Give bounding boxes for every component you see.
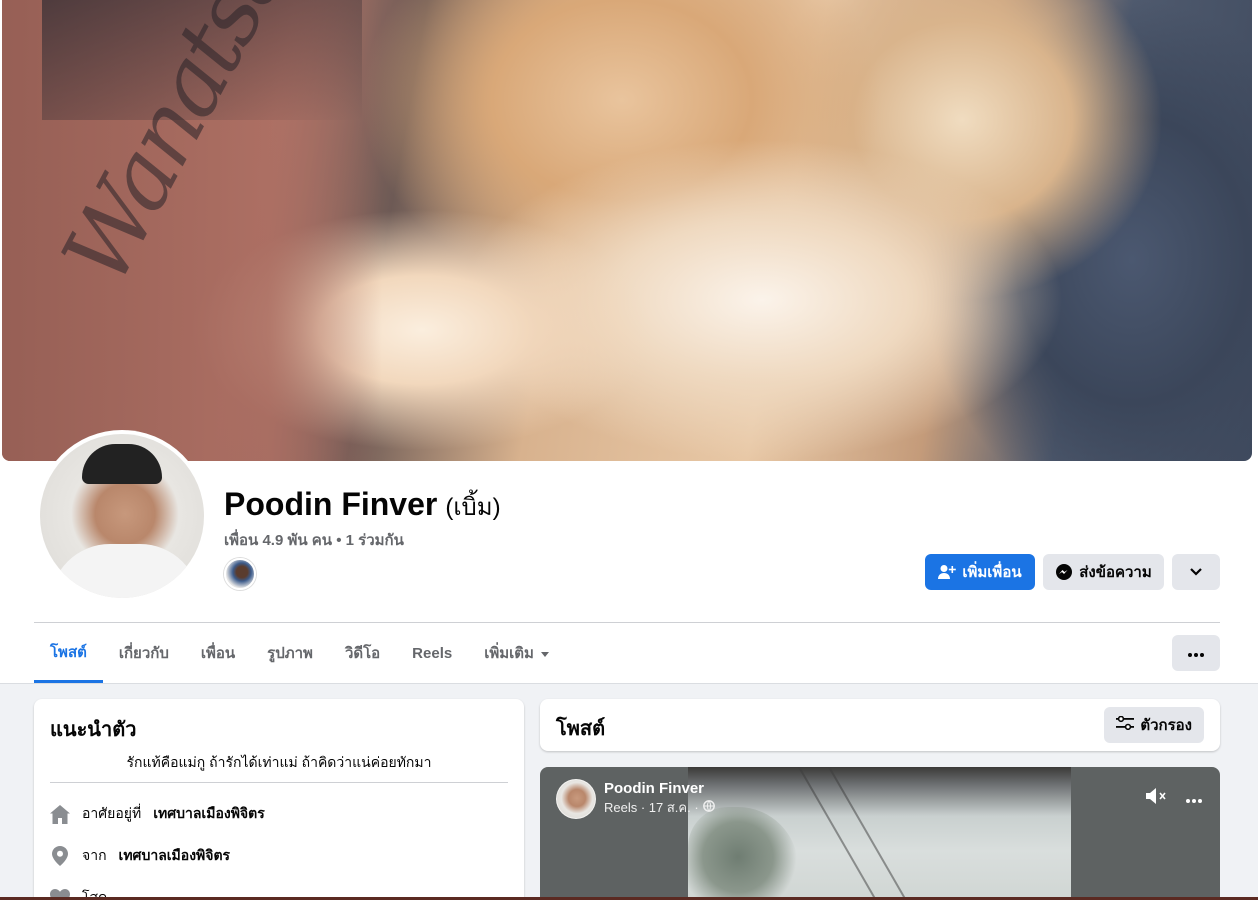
home-icon (50, 804, 70, 824)
tab-label: Reels (412, 644, 453, 662)
add-friend-button[interactable]: เพิ่มเพื่อน (925, 554, 1035, 590)
cover-photo[interactable]: Wanatsara (2, 0, 1252, 461)
tab-videos[interactable]: วิดีโอ (329, 623, 396, 683)
tab-reels[interactable]: Reels (396, 623, 468, 683)
avatar-shirt (50, 544, 200, 598)
tab-label: โพสต์ (50, 643, 87, 661)
filter-icon (1116, 715, 1135, 734)
tab-label: เพิ่มเติม (484, 645, 534, 662)
reel-meta: Reels · 17 ส.ค. · (604, 797, 715, 818)
ellipsis-icon (1188, 644, 1204, 662)
tab-label: วิดีโอ (344, 645, 381, 662)
tab-friends[interactable]: เพื่อน (185, 623, 251, 683)
location-pin-icon (50, 846, 70, 866)
filter-button[interactable]: ตัวกรอง (1104, 707, 1204, 743)
mutual-friend-avatar[interactable] (224, 558, 256, 590)
posts-title: โพสต์ (556, 718, 606, 740)
bio-divider (50, 782, 508, 783)
tab-label: เกี่ยวกับ (118, 645, 169, 662)
reel-video-thumbnail[interactable] (688, 767, 1071, 900)
messenger-icon (1055, 563, 1073, 581)
video-tree (688, 807, 798, 900)
video-wire (828, 767, 910, 900)
add-friend-icon (938, 564, 957, 580)
ellipsis-icon[interactable] (1186, 790, 1202, 808)
profile-nickname: (เบิ้ม) (445, 494, 501, 521)
tab-more[interactable]: เพิ่มเติม (468, 623, 566, 683)
friends-count[interactable]: เพื่อน 4.9 พัน คน • 1 ร่วมกัน (224, 528, 404, 552)
tab-label: รูปภาพ (267, 645, 313, 662)
tab-label: เพื่อน (200, 645, 236, 662)
caret-down-icon (540, 645, 550, 662)
lives-in-prefix: อาศัยอยู่ที่ (82, 805, 142, 821)
lives-in-place[interactable]: เทศบาลเมืองพิจิตร (153, 803, 265, 825)
filter-label: ตัวกรอง (1140, 717, 1192, 734)
profile-picture[interactable] (36, 430, 208, 602)
message-label: ส่งข้อความ (1079, 564, 1152, 581)
from-prefix: จาก (82, 847, 107, 863)
reel-author-info: Poodin Finver Reels · 17 ส.ค. · (604, 780, 715, 818)
message-button[interactable]: ส่งข้อความ (1043, 554, 1164, 590)
posts-header-card: โพสต์ ตัวกรอง (540, 699, 1220, 751)
chevron-down-icon (1189, 567, 1203, 577)
tab-posts[interactable]: โพสต์ (34, 623, 103, 683)
mute-icon[interactable] (1146, 787, 1168, 810)
reel-author-avatar[interactable] (556, 779, 596, 819)
bio-text: รักแท้คือแม่กู ถ้ารักได้เท่าแม่ ถ้าคิดว่… (126, 754, 432, 770)
profile-options-button[interactable] (1172, 554, 1220, 590)
reel-meta-text[interactable]: Reels · 17 ส.ค. · (604, 797, 699, 818)
add-friend-label: เพิ่มเพื่อน (962, 564, 1022, 581)
tab-about[interactable]: เกี่ยวกับ (103, 623, 185, 683)
globe-icon (702, 800, 715, 815)
lives-in-row: อาศัยอยู่ที่ เทศบาลเมืองพิจิตร (50, 803, 265, 825)
intro-title: แนะนำตัว (50, 719, 137, 741)
reel-post[interactable]: Poodin Finver Reels · 17 ส.ค. · (540, 767, 1220, 900)
profile-tabs: โพสต์ เกี่ยวกับ เพื่อน รูปภาพ วิดีโอ Ree… (34, 623, 566, 683)
profile-name-block: Poodin Finver (เบิ้ม) (224, 486, 501, 526)
from-place[interactable]: เทศบาลเมืองพิจิตร (119, 845, 231, 867)
reel-author-name[interactable]: Poodin Finver (604, 780, 715, 797)
profile-avatar-image (40, 434, 204, 598)
more-options-button[interactable] (1172, 635, 1220, 671)
from-row: จาก เทศบาลเมืองพิจิตร (50, 845, 230, 867)
avatar-hair (82, 444, 162, 484)
reel-controls (1146, 787, 1202, 810)
reel-header: Poodin Finver Reels · 17 ส.ค. · (556, 779, 715, 819)
profile-name: Poodin Finver (224, 486, 438, 522)
intro-card: แนะนำตัว รักแท้คือแม่กู ถ้ารักได้เท่าแม่… (34, 699, 524, 900)
tab-photos[interactable]: รูปภาพ (251, 623, 329, 683)
